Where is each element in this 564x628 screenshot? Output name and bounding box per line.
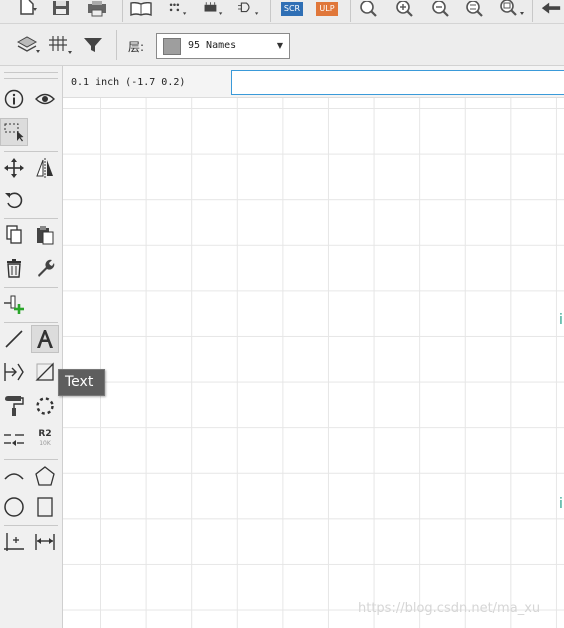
zoom-fit-icon[interactable] [358,0,380,18]
group-select-icon[interactable] [0,118,28,146]
zoom-out-icon[interactable] [430,0,452,18]
pin-icon[interactable] [0,358,28,386]
canvas-marker: i [559,496,563,512]
drawing-canvas[interactable]: i i [63,98,564,628]
name-value-label: R2 [38,429,52,439]
rectangle-icon[interactable] [31,493,59,521]
delete-icon[interactable] [0,254,28,282]
filter-icon[interactable] [82,34,104,56]
smash-icon[interactable] [0,392,28,420]
add-part-icon[interactable] [0,290,28,318]
ulp-badge: ULP [316,2,338,16]
wrench-icon[interactable] [31,254,59,282]
zoom-previous-icon[interactable] [498,0,528,18]
mirror-icon[interactable] [31,154,59,182]
attribute-icon[interactable] [0,528,28,556]
layer-label: 层: [128,40,145,54]
circle-icon[interactable] [0,493,28,521]
new-file-icon[interactable] [18,0,40,18]
ulp-button[interactable]: ULP [315,0,339,18]
connect-icon[interactable] [166,0,188,18]
watermark-text: https://blog.csdn.net/ma_xu [358,601,541,616]
zoom-select-icon[interactable] [464,0,486,18]
script-button[interactable]: SCR [280,0,304,18]
polygon-icon[interactable] [31,462,59,490]
command-bar: 0.1 inch (-1.7 0.2) [63,66,564,98]
canvas-marker: i [559,312,563,328]
chevron-down-icon: ▼ [276,41,283,50]
info-icon[interactable] [0,85,28,113]
component-icon[interactable] [202,0,224,18]
print-icon[interactable] [86,0,108,18]
app-window: SCR ULP 层: 95 Names ▼ R2 10K 0.1 inch (-… [0,0,564,628]
eye-icon[interactable] [31,85,59,113]
book-icon[interactable] [130,0,152,18]
layer-dropdown[interactable]: 95 Names ▼ [156,33,290,59]
coordinate-readout: 0.1 inch (-1.7 0.2) [71,77,186,88]
layer-settings-icon[interactable] [16,34,42,56]
dashed-circle-icon[interactable] [31,392,59,420]
tool-palette: R2 10K [0,66,63,628]
layer-color-swatch [163,38,181,55]
command-input[interactable] [231,70,564,95]
copy-icon[interactable] [0,221,28,249]
grid-icon[interactable] [48,34,74,56]
split-icon[interactable] [0,425,28,453]
arc-icon[interactable] [0,462,28,490]
gate-icon[interactable] [238,0,260,18]
text-tool-icon[interactable] [31,325,59,353]
paste-icon[interactable] [31,221,59,249]
layer-dropdown-value: 95 Names [188,40,237,51]
dimension-icon[interactable] [31,528,59,556]
scr-badge: SCR [280,2,304,16]
zoom-in-icon[interactable] [394,0,416,18]
main-toolbar: SCR ULP [0,0,564,24]
wire-corner-icon[interactable] [31,358,59,386]
name-value-sub: 10K [39,440,51,447]
move-icon[interactable] [0,154,28,182]
rotate-icon[interactable] [0,186,28,214]
line-icon[interactable] [0,325,28,353]
tooltip: Text [58,369,105,396]
undo-icon[interactable] [540,0,562,18]
save-icon[interactable] [50,0,72,18]
name-value-icon[interactable]: R2 10K [31,425,59,453]
